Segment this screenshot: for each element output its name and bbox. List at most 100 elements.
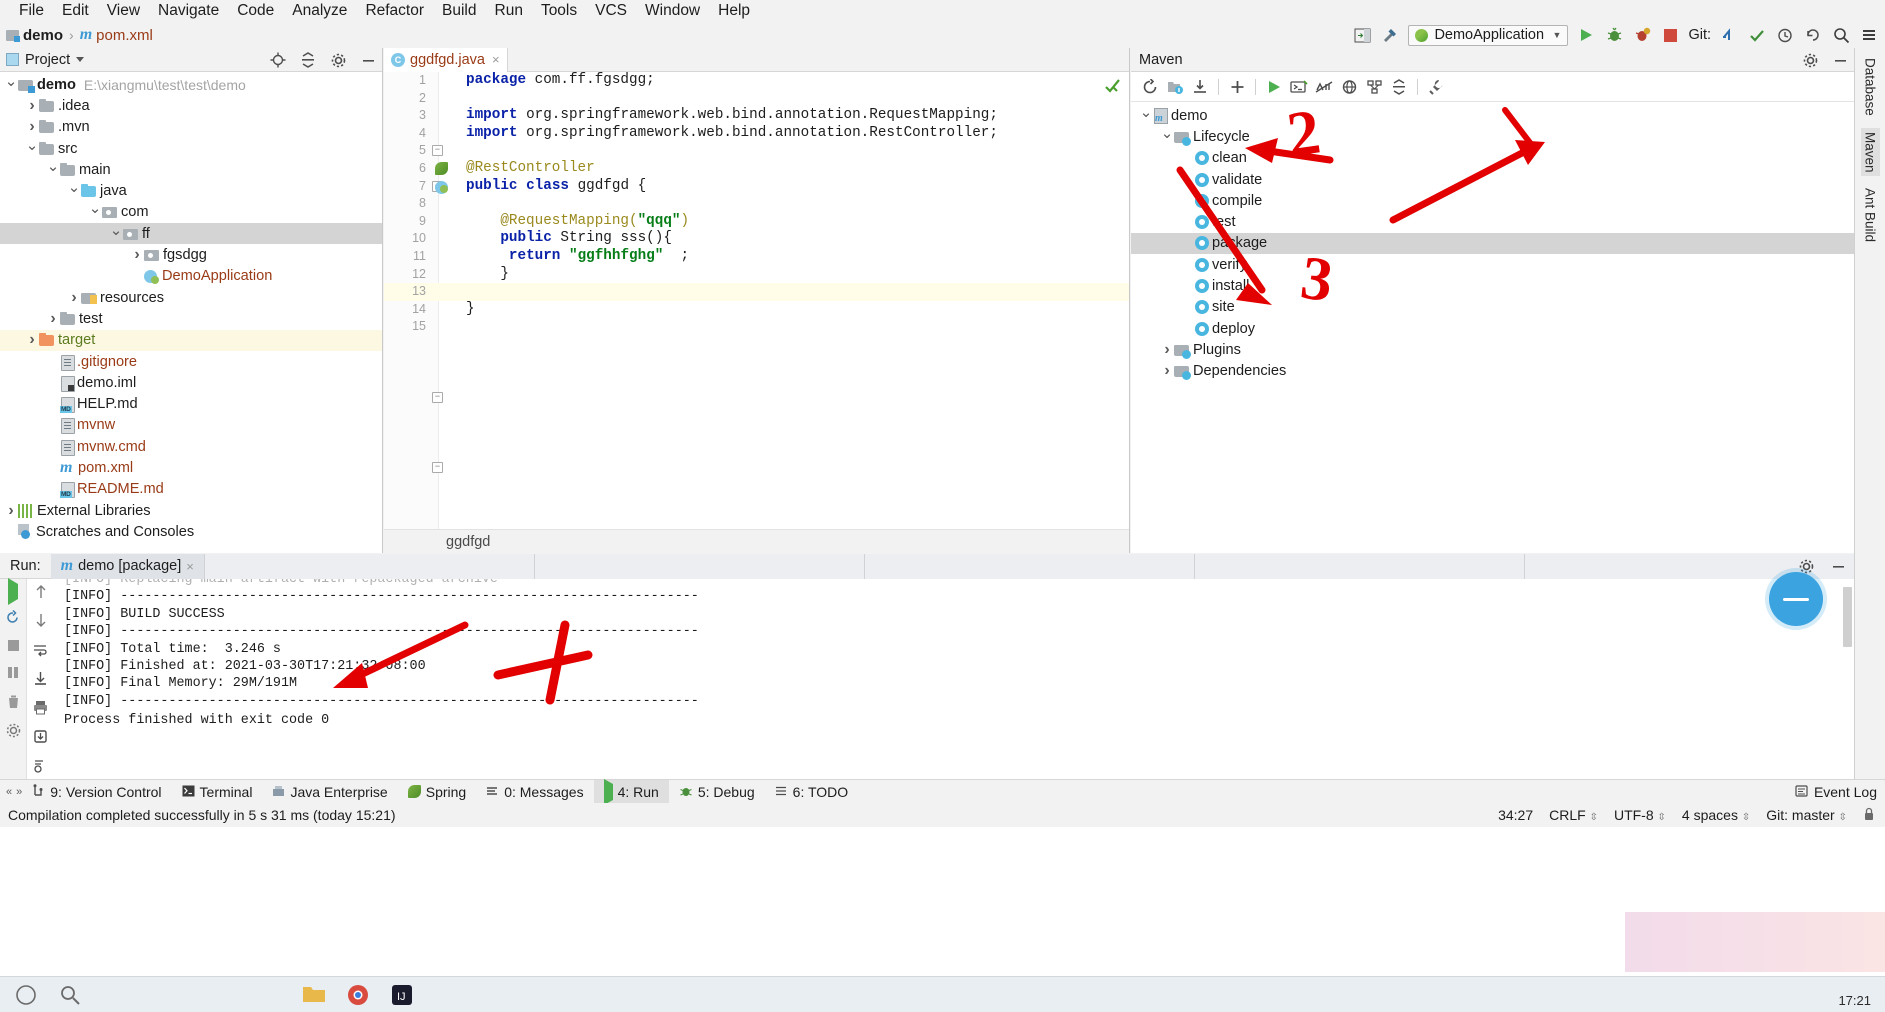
code-line[interactable]: 14} <box>384 301 1129 319</box>
settings-wrench-icon[interactable] <box>1425 76 1447 98</box>
git-commit-icon[interactable] <box>1747 25 1767 45</box>
caret-position[interactable]: 34:27 <box>1498 807 1533 823</box>
git-branch[interactable]: Git: master ⇳ <box>1766 807 1847 823</box>
project-tree-row[interactable]: .mvn <box>0 117 382 138</box>
menu-item-help[interactable]: Help <box>709 0 759 22</box>
editor-tab-ggdfgd[interactable]: C ggdfgd.java × <box>384 47 508 72</box>
git-history-icon[interactable] <box>1775 25 1795 45</box>
maven-tree-row[interactable]: deploy <box>1131 318 1854 339</box>
chevron-down-icon[interactable] <box>4 76 18 94</box>
maven-tree-row[interactable]: Dependencies <box>1131 361 1854 382</box>
menu-item-code[interactable]: Code <box>228 0 283 22</box>
run-maven-goal-icon[interactable] <box>1263 76 1285 98</box>
menu-item-tools[interactable]: Tools <box>532 0 586 22</box>
spring-bean-icon[interactable] <box>434 162 448 176</box>
project-tree-row[interactable]: m pom.xml <box>0 457 382 478</box>
chevron-right-icon[interactable] <box>25 331 39 349</box>
menu-item-view[interactable]: View <box>98 0 149 22</box>
menu-overflow-icon[interactable] <box>1859 25 1879 45</box>
download-sources-icon[interactable] <box>1189 76 1211 98</box>
code-line[interactable]: 7 public class ggdfgd { <box>384 178 1129 196</box>
menu-item-build[interactable]: Build <box>433 0 485 22</box>
fold-marker[interactable]: − <box>432 462 443 474</box>
console-output[interactable]: [INFO] Replacing main artifact with repa… <box>54 579 1854 779</box>
project-tree-row[interactable]: java <box>0 180 382 201</box>
preview-icon[interactable] <box>1352 25 1372 45</box>
editor-breadcrumb[interactable]: ggdfgd <box>446 534 490 550</box>
stop-button[interactable] <box>1660 25 1680 45</box>
scroll-to-end-icon[interactable] <box>33 671 48 689</box>
breadcrumb-file[interactable]: pom.xml <box>96 27 153 44</box>
locate-icon[interactable] <box>268 50 288 70</box>
gear-icon[interactable] <box>328 50 348 70</box>
chevron-down-icon[interactable] <box>88 203 102 221</box>
chevron-right-icon[interactable] <box>1160 362 1174 380</box>
code-line[interactable]: 6 @RestController <box>384 160 1129 178</box>
gear-icon[interactable] <box>1800 50 1820 70</box>
maven-tree-row[interactable]: clean <box>1131 148 1854 169</box>
project-tree-row[interactable]: main <box>0 159 382 180</box>
maven-tree-row[interactable]: test <box>1131 211 1854 232</box>
reload-icon[interactable] <box>1139 76 1161 98</box>
file-encoding[interactable]: UTF-8 ⇳ <box>1614 807 1666 823</box>
maven-tree-row[interactable]: Lifecycle <box>1131 126 1854 147</box>
expand-collapse-icon[interactable] <box>1388 76 1410 98</box>
maven-tree-row[interactable]: Plugins <box>1131 339 1854 360</box>
bottom-tab-version-control[interactable]: 9: Version Control <box>22 780 171 804</box>
menu-item-file[interactable]: File <box>10 0 53 22</box>
chevron-down-icon[interactable] <box>1160 128 1174 146</box>
menu-item-analyze[interactable]: Analyze <box>283 0 356 22</box>
chrome-icon[interactable] <box>346 983 370 1007</box>
menu-item-run[interactable]: Run <box>486 0 532 22</box>
project-tree-row[interactable]: mvnw.cmd <box>0 436 382 457</box>
breadcrumb-project[interactable]: demo <box>23 27 63 44</box>
maven-tree-row[interactable]: compile <box>1131 190 1854 211</box>
coverage-icon[interactable] <box>1632 25 1652 45</box>
chevron-left-icon[interactable]: « <box>6 786 12 798</box>
maven-tree[interactable]: demo Lifecycle clean validate compile test pac… <box>1131 102 1854 382</box>
execute-icon[interactable] <box>1288 76 1310 98</box>
rerun-failed-icon[interactable] <box>6 609 21 628</box>
project-tree-row[interactable]: External Libraries <box>0 500 382 521</box>
search-taskbar-icon[interactable] <box>58 983 82 1007</box>
chevron-right-icon[interactable] <box>1160 341 1174 359</box>
code-area[interactable]: 1 package com.ff.fgsdgg; 2 3 import org.spri… <box>384 72 1129 553</box>
code-line[interactable]: 4 import org.springframework.web.bind.ann… <box>384 125 1129 192</box>
code-line[interactable]: 8 <box>384 195 1129 213</box>
lock-icon[interactable] <box>1863 807 1875 824</box>
code-line[interactable]: 12 } − <box>384 266 1129 474</box>
chevron-right-icon[interactable] <box>4 502 18 520</box>
maven-tree-row[interactable]: demo <box>1131 105 1854 126</box>
project-tree-row[interactable]: .idea <box>0 95 382 116</box>
class-run-icon[interactable] <box>434 180 448 194</box>
project-tree-row[interactable]: fgsdgg <box>0 244 382 265</box>
bottom-tab-run[interactable]: 4: Run <box>593 778 669 805</box>
project-tree-row[interactable]: Scratches and Consoles <box>0 521 382 542</box>
run-button[interactable] <box>1576 25 1596 45</box>
project-tree-row[interactable]: com <box>0 202 382 223</box>
run-configuration-selector[interactable]: DemoApplication ▼ <box>1408 24 1569 46</box>
chevron-right-icon[interactable] <box>130 246 144 264</box>
search-icon[interactable] <box>1831 25 1851 45</box>
project-tree-row[interactable]: test <box>0 308 382 329</box>
project-tree-row[interactable]: mvnw <box>0 415 382 436</box>
chevron-down-icon[interactable] <box>109 225 123 243</box>
maven-tree-row[interactable]: install <box>1131 275 1854 296</box>
chevron-down-icon[interactable] <box>67 182 81 200</box>
dump-threads-icon[interactable] <box>6 665 21 683</box>
toggle-skip-tests-icon[interactable] <box>1313 76 1335 98</box>
event-log-label[interactable]: Event Log <box>1814 784 1877 800</box>
indent-setting[interactable]: 4 spaces ⇳ <box>1682 807 1750 823</box>
code-lines[interactable]: 1 package com.ff.fgsdgg; 2 3 import org.spri… <box>384 72 1129 553</box>
line-separator[interactable]: CRLF ⇳ <box>1549 807 1598 823</box>
idea-icon[interactable]: IJ <box>390 983 414 1007</box>
fold-marker[interactable]: − <box>432 391 443 403</box>
menu-item-vcs[interactable]: VCS <box>586 0 636 22</box>
chevron-right-icon[interactable] <box>46 310 60 328</box>
build-icon[interactable] <box>1380 25 1400 45</box>
project-tree-row[interactable]: resources <box>0 287 382 308</box>
code-line[interactable]: 10 public String sss(){− <box>384 230 1129 403</box>
minimize-icon[interactable] <box>1828 557 1848 577</box>
tool-tab-maven[interactable]: Maven <box>1860 127 1880 177</box>
close-icon[interactable]: × <box>186 559 194 574</box>
